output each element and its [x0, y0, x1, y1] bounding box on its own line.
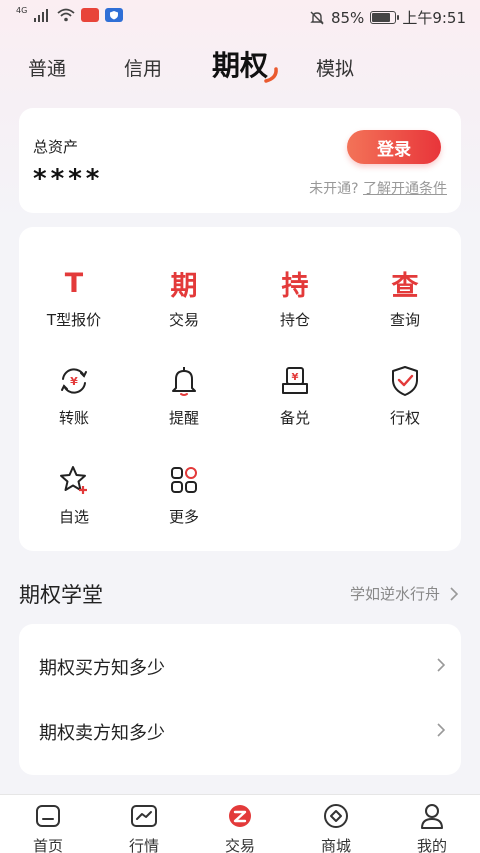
grid-item-query[interactable]: 查 查询: [350, 263, 460, 353]
section-more-link[interactable]: 学如逆水行舟: [350, 583, 458, 604]
network-type: 4G: [16, 5, 28, 15]
mall-icon: [324, 804, 348, 828]
bell-icon: [129, 361, 239, 401]
svg-text:¥: ¥: [70, 375, 78, 388]
nav-label: 首页: [32, 837, 63, 853]
trade-icon: 期: [170, 270, 198, 302]
signal-icon: [34, 9, 49, 22]
section-more-text: 学如逆水行舟: [349, 585, 440, 603]
position-icon: 持: [281, 270, 309, 302]
grid-item-label: 备兑: [279, 409, 310, 427]
grid-item-transfer[interactable]: ¥ 转账: [19, 361, 129, 451]
grid-item-label: 行权: [389, 409, 420, 427]
not-open-text: 未开通?: [309, 181, 359, 197]
grid-item-label: 转账: [58, 409, 89, 427]
open-conditions-link[interactable]: 了解开通条件: [363, 181, 447, 197]
battery-icon: [370, 11, 400, 24]
notification-app-icon: [81, 8, 100, 22]
active-tab-indicator: [264, 67, 278, 83]
grid-item-label: T型报价: [46, 311, 102, 329]
status-bar: 4G 85% 上午9:51: [0, 0, 480, 34]
query-icon: 查: [391, 270, 419, 302]
grid-item-exercise[interactable]: 行权: [350, 361, 460, 451]
chevron-right-icon: [437, 658, 445, 672]
grid-item-watchlist[interactable]: 自选: [19, 460, 129, 550]
lesson-title: 期权买方知多少: [39, 658, 165, 679]
lesson-title: 期权卖方知多少: [39, 723, 165, 744]
market-icon: [131, 805, 157, 827]
lesson-list: 期权买方知多少 期权卖方知多少: [19, 624, 461, 775]
wifi-icon: [57, 8, 75, 22]
profile-icon: [421, 804, 443, 829]
list-item[interactable]: 期权卖方知多少: [19, 699, 461, 763]
list-item[interactable]: 期权买方知多少: [19, 634, 461, 698]
asset-card: 总资产 **** 登录 未开通? 了解开通条件: [19, 108, 461, 213]
grid-item-reminder[interactable]: 提醒: [129, 361, 239, 451]
chevron-right-icon: [450, 586, 458, 601]
star-add-icon: [19, 460, 129, 500]
grid-item-covered[interactable]: ¥ 备兑: [240, 361, 350, 451]
tab-normal[interactable]: 普通: [28, 54, 66, 81]
tab-credit[interactable]: 信用: [124, 54, 162, 81]
nav-profile[interactable]: 我的: [384, 799, 480, 853]
total-assets-value: ****: [33, 164, 104, 194]
total-assets-label: 总资产: [33, 138, 79, 156]
notification-shield-icon: [105, 8, 124, 22]
section-title: 期权学堂: [19, 583, 103, 607]
chevron-right-icon: [437, 723, 445, 737]
tab-options[interactable]: 期权: [212, 44, 268, 84]
grid-item-label: 提醒: [168, 409, 199, 427]
nav-home[interactable]: 首页: [0, 799, 96, 853]
nav-label: 行情: [128, 837, 159, 853]
grid-item-t-quote[interactable]: T T型报价: [19, 263, 129, 353]
account-type-tabs: 普通 信用 期权 模拟: [0, 44, 480, 90]
grid-item-label: 自选: [58, 508, 89, 526]
nav-market[interactable]: 行情: [96, 799, 192, 853]
mute-bell-icon: [310, 11, 324, 24]
tab-simulation[interactable]: 模拟: [316, 54, 354, 81]
nav-label: 交易: [224, 837, 255, 853]
function-grid: T T型报价 期 交易 持 持仓 查 查询 ¥ 转账 提醒 ¥ 备兑 行权 自选…: [19, 227, 461, 551]
grid-item-label: 查询: [389, 311, 420, 329]
svg-text:¥: ¥: [292, 372, 299, 383]
nav-label: 商城: [320, 837, 351, 853]
nav-mall[interactable]: 商城: [288, 799, 384, 853]
not-open-hint: 未开通? 了解开通条件: [309, 178, 447, 198]
trade-logo-icon: [229, 805, 251, 827]
grid-item-label: 持仓: [279, 311, 310, 329]
grid-item-label: 更多: [168, 508, 199, 526]
t-quote-icon: T: [64, 267, 84, 299]
grid-item-label: 交易: [168, 311, 199, 329]
home-icon: [36, 805, 60, 827]
exercise-shield-icon: [350, 361, 460, 401]
clock: 上午9:51: [402, 9, 466, 27]
grid-item-position[interactable]: 持 持仓: [240, 263, 350, 353]
more-grid-icon: [129, 460, 239, 500]
nav-label: 我的: [416, 837, 447, 853]
battery-percent: 85%: [330, 8, 365, 27]
transfer-icon: ¥: [19, 361, 129, 401]
covered-icon: ¥: [240, 361, 350, 401]
bottom-navigation: 首页 行情 交易 商城 我的: [0, 794, 480, 853]
grid-item-trade[interactable]: 期 交易: [129, 263, 239, 353]
nav-trade[interactable]: 交易: [192, 799, 288, 853]
login-button[interactable]: 登录: [347, 130, 441, 164]
grid-item-more[interactable]: 更多: [129, 460, 239, 550]
